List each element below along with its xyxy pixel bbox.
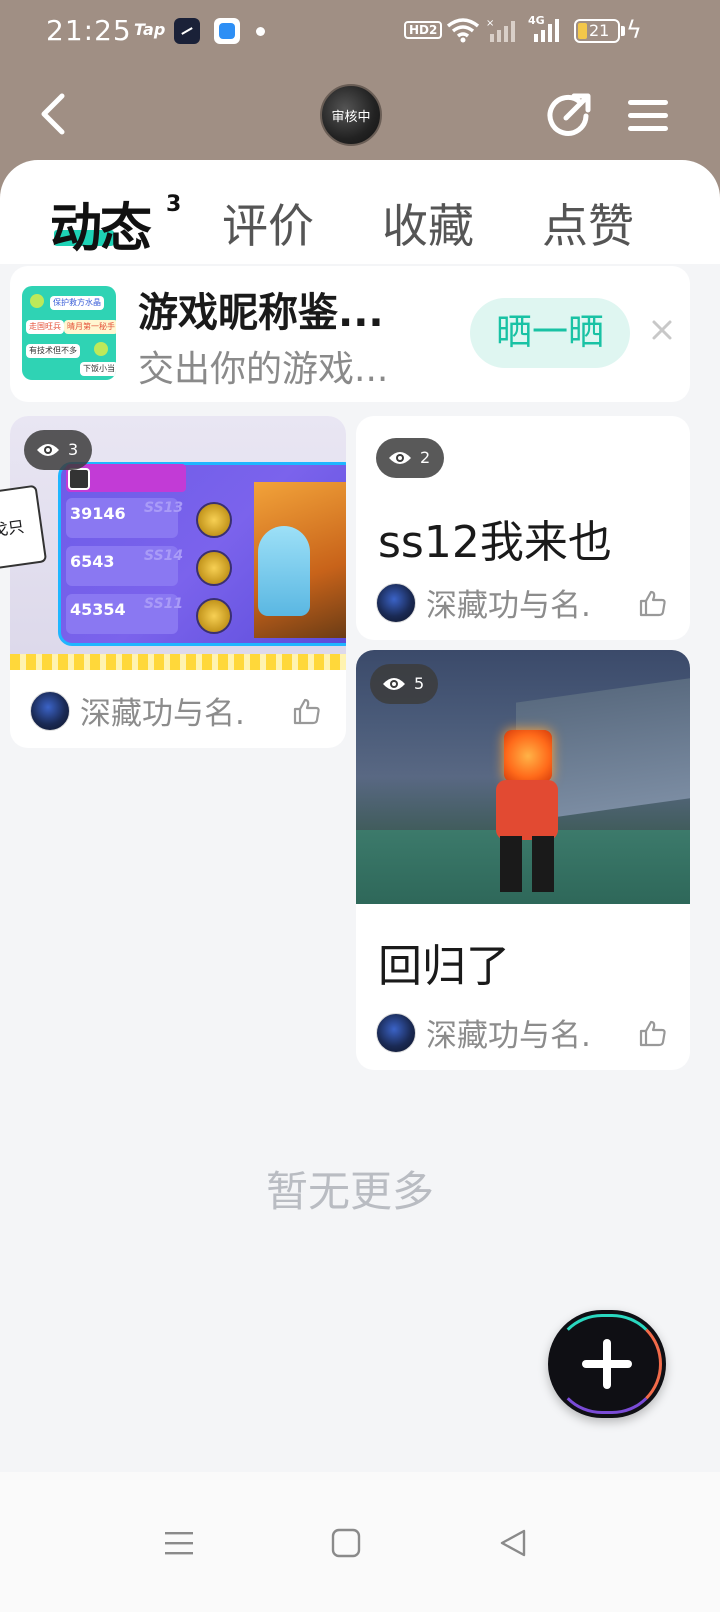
view-count-badge: 3 <box>24 430 93 470</box>
tab-dynamics-count: 3 <box>166 192 182 217</box>
post-card[interactable]: 2 ss12我来也 深藏功与名. <box>356 416 690 640</box>
svg-text:×: × <box>486 18 494 29</box>
clock-app-icon <box>174 18 200 44</box>
back-icon[interactable] <box>34 92 74 136</box>
avatar <box>376 1012 416 1053</box>
avatar-review-status: 审核中 <box>331 110 371 125</box>
medal-icon <box>196 598 232 634</box>
view-count: 2 <box>420 448 431 467</box>
medal-icon <box>196 550 232 586</box>
create-post-button[interactable] <box>548 1310 666 1418</box>
season-label: SS14 <box>144 548 184 564</box>
post-title: ss12我来也 <box>378 517 612 568</box>
author-name: 深藏功与名. <box>426 1018 591 1054</box>
hd-indicator: HD2 <box>404 21 443 39</box>
game-character <box>504 730 552 782</box>
promo-thumb-chip: 有技术但不多 <box>26 344 80 358</box>
tap-app-icon: Tap <box>134 20 166 39</box>
thumbs-up-icon[interactable] <box>638 1018 668 1048</box>
promo-subtitle: 交出你的游戏... <box>138 349 389 390</box>
signal-icon <box>534 19 559 42</box>
score-value: 39146 <box>70 504 126 523</box>
game-character <box>258 526 310 616</box>
view-count: 3 <box>68 440 79 459</box>
dot-icon <box>256 27 265 36</box>
promo-thumb-chip: 晴月第一秘手 <box>64 320 116 334</box>
no-more-text: 暂无更多 <box>265 1167 434 1216</box>
season-label: SS13 <box>144 500 184 516</box>
promo-thumb-chip: 保护救方水晶 <box>50 296 104 310</box>
season-label: SS11 <box>144 596 184 612</box>
tab-likes[interactable]: 点赞 <box>542 190 634 256</box>
wifi-icon <box>446 18 480 43</box>
tab-bar: 动态 3 评价 收藏 点赞 <box>0 160 720 264</box>
share-icon[interactable] <box>544 92 592 140</box>
eye-icon <box>383 678 405 690</box>
blue-app-icon <box>214 18 240 44</box>
home-icon[interactable] <box>331 1528 361 1558</box>
post-card[interactable]: 39146 6543 45354 SS13 SS14 SS11 3 深藏功与名. <box>10 416 346 748</box>
status-time: 21:25 <box>46 14 132 47</box>
battery-level: 21 <box>589 21 610 40</box>
eye-icon <box>37 444 59 456</box>
battery-tip <box>621 26 625 36</box>
view-count-badge: 2 <box>376 438 445 478</box>
battery-icon: 21 <box>574 19 620 43</box>
score-value: 45354 <box>70 600 126 619</box>
system-navigation-bar <box>0 1472 720 1612</box>
system-back-icon[interactable] <box>498 1528 528 1558</box>
post-author[interactable]: 深藏功与名. <box>376 1010 668 1055</box>
charging-icon: ϟ <box>626 16 642 44</box>
profile-avatar[interactable]: 审核中 <box>320 84 382 146</box>
post-author[interactable]: 深藏功与名. <box>30 688 322 733</box>
post-author[interactable]: 深藏功与名. <box>376 580 668 625</box>
status-bar: 21:25 Tap HD2 × 4G 21 ϟ <box>0 0 720 64</box>
promo-thumbnail: 保护救方水晶 走国旺兵 晴月第一秘手 有技术但不多 下饭小当 <box>22 286 116 380</box>
tab-reviews[interactable]: 评价 <box>222 190 314 256</box>
show-off-button[interactable]: 晒一晒 <box>470 298 630 368</box>
promo-thumb-chip: 下饭小当 <box>80 362 116 376</box>
tab-dynamics[interactable]: 动态 <box>50 186 152 261</box>
view-count-badge: 5 <box>370 664 439 704</box>
medal-icon <box>196 502 232 538</box>
signal-icon: × <box>486 18 515 42</box>
view-count: 5 <box>414 674 425 693</box>
tab-favorites[interactable]: 收藏 <box>382 190 474 256</box>
author-name: 深藏功与名. <box>426 588 591 624</box>
eye-icon <box>389 452 411 464</box>
avatar <box>30 690 70 731</box>
author-name: 深藏功与名. <box>80 696 245 732</box>
post-card[interactable]: 5 回归了 深藏功与名. <box>356 650 690 1070</box>
avatar <box>376 582 416 623</box>
promo-banner[interactable]: 保护救方水晶 走国旺兵 晴月第一秘手 有技术但不多 下饭小当 游戏昵称鉴... … <box>10 266 690 402</box>
score-value: 6543 <box>70 552 115 571</box>
menu-icon[interactable] <box>626 96 670 136</box>
recents-icon[interactable] <box>164 1528 194 1558</box>
thumbs-up-icon[interactable] <box>292 696 322 726</box>
post-title: 回归了 <box>378 941 510 992</box>
promo-title: 游戏昵称鉴... <box>138 290 384 336</box>
close-icon[interactable] <box>648 316 676 344</box>
promo-thumb-chip: 走国旺兵 <box>26 320 64 334</box>
thumbs-up-icon[interactable] <box>638 588 668 618</box>
